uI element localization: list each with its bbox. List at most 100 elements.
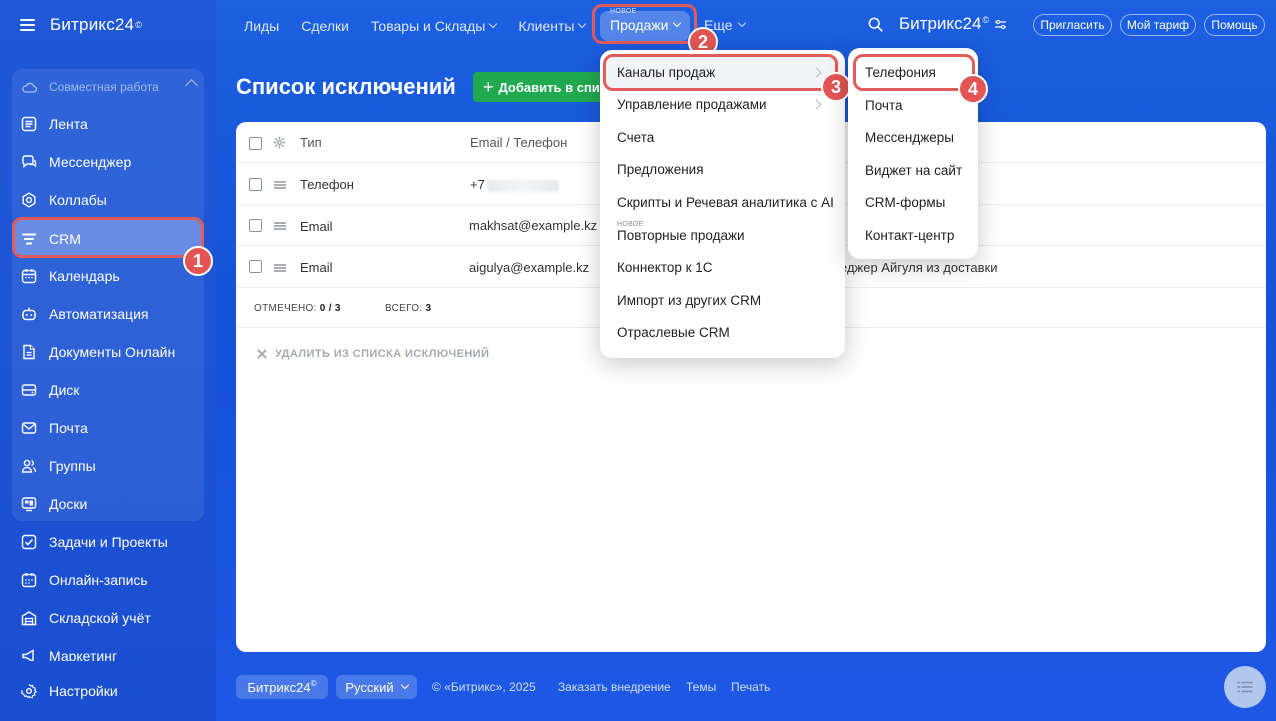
remove-from-list-label: УДАЛИТЬ ИЗ СПИСКА ИСКЛЮЧЕНИЙ — [275, 348, 490, 360]
menu-item-quotes[interactable]: Предложения — [617, 162, 704, 177]
chevron-down-icon — [400, 680, 409, 690]
sidebar-item-feed[interactable]: Лента — [12, 105, 204, 143]
sidebar-item-label: Коллабы — [49, 192, 107, 208]
page-title: Список исключений — [236, 74, 456, 99]
sidebar-item-label: Автоматизация — [49, 306, 149, 322]
sidebar-item-label: Документы Онлайн — [49, 344, 176, 360]
selected-label: ОТМЕЧЕНО: — [254, 303, 317, 314]
sidebar-item-groups[interactable]: Группы — [12, 447, 204, 485]
robot-icon — [22, 307, 36, 321]
footer-order-link[interactable]: Заказать внедрение — [558, 680, 671, 694]
sidebar-item-marketing[interactable]: Маркетинг — [12, 637, 204, 661]
add-to-list-button[interactable]: + Добавить в список — [473, 72, 613, 102]
sidebar-item-warehouse[interactable]: Складской учёт — [12, 599, 204, 637]
brand-logo-right[interactable]: Битрикс24 © — [899, 14, 1007, 34]
highlight-sales-channels — [603, 54, 838, 91]
menu-item-sales-management[interactable]: Управление продажами — [617, 97, 767, 112]
help-button[interactable]: Помощь — [1204, 14, 1265, 36]
invite-button[interactable]: Пригласить — [1033, 14, 1112, 36]
sidebar-item-label: Маркетинг — [49, 648, 118, 661]
topnav-clients[interactable]: Клиенты — [518, 18, 587, 34]
menu-item-invoices[interactable]: Счета — [617, 130, 654, 145]
footer-brand-mark: © — [310, 679, 317, 688]
sidebar-item-booking[interactable]: Онлайн-запись — [12, 561, 204, 599]
footer-print-link[interactable]: Печать — [731, 680, 770, 694]
feed-icon — [21, 116, 37, 132]
board-icon — [21, 497, 37, 512]
brand[interactable]: Битрикс24 © — [20, 14, 142, 36]
sidebar: Битрикс24 © Совместная работа Лента Мессе… — [0, 0, 216, 721]
collab-icon — [22, 192, 36, 208]
row-checkbox[interactable] — [249, 260, 262, 273]
brand-right-name: Битрикс24 — [899, 14, 982, 33]
chat-fab-button[interactable] — [1224, 666, 1266, 708]
brand-name: Битрикс24 — [50, 15, 135, 34]
selected-count: ОТМЕЧЕНО: 0 / 3 — [254, 303, 341, 314]
settings-icon — [21, 683, 37, 699]
menu-item-contact-center[interactable]: Контакт-центр — [865, 228, 954, 243]
footer-brand[interactable]: Битрикс24 © — [236, 675, 328, 699]
search-icon[interactable] — [868, 17, 883, 32]
language-select[interactable]: Русский — [336, 675, 417, 699]
sidebar-item-label: Онлайн-запись — [49, 572, 148, 588]
sidebar-item-settings[interactable]: Настройки — [12, 672, 204, 710]
menu-item-mail[interactable]: Почта — [865, 98, 903, 113]
sidebar-item-label: Календарь — [49, 268, 120, 284]
sidebar-item-collabs[interactable]: Коллабы — [12, 181, 204, 219]
menu-icon[interactable] — [20, 19, 35, 31]
highlight-sales — [592, 4, 697, 44]
sidebar-item-calendar[interactable]: Календарь — [12, 257, 204, 295]
chevron-down-icon — [578, 19, 587, 29]
callout-4: 4 — [958, 74, 988, 104]
warehouse-icon — [21, 611, 37, 626]
topnav-deals[interactable]: Сделки — [301, 18, 349, 34]
drag-handle-icon[interactable] — [274, 222, 286, 230]
column-contact-header[interactable]: Email / Телефон — [470, 135, 567, 150]
sidebar-item-documents[interactable]: Документы Онлайн — [12, 333, 204, 371]
sidebar-item-label: Лента — [49, 116, 88, 132]
booking-icon — [21, 573, 37, 588]
topnav-leads[interactable]: Лиды — [244, 18, 279, 34]
sidebar-item-label: Почта — [49, 420, 88, 436]
menu-item-industry-crm[interactable]: Отраслевые CRM — [617, 325, 730, 340]
gear-icon[interactable] — [273, 136, 286, 149]
menu-item-import-crm[interactable]: Импорт из других CRM — [617, 293, 761, 308]
drag-handle-icon[interactable] — [274, 181, 286, 189]
sidebar-item-boards[interactable]: Доски — [12, 485, 204, 523]
sidebar-item-label: Настройки — [49, 683, 118, 699]
total-count: ВСЕГО: 3 — [385, 303, 431, 314]
menu-item-repeat-sales[interactable]: Повторные продажи — [617, 228, 745, 243]
sidebar-item-disk[interactable]: Диск — [12, 371, 204, 409]
selected-value: 0 / 3 — [319, 303, 341, 314]
total-label: ВСЕГО: — [385, 303, 423, 314]
chevron-up-icon[interactable] — [185, 79, 198, 92]
menu-item-scripts-ai[interactable]: Скрипты и Речевая аналитика с AI — [617, 195, 834, 210]
sidebar-group-header[interactable]: Совместная работа — [22, 79, 198, 95]
row-contact: +7 — [470, 177, 559, 192]
sidebar-item-label: Задачи и Проекты — [49, 534, 168, 550]
sidebar-item-tasks[interactable]: Задачи и Проекты — [12, 523, 204, 561]
sidebar-item-messenger[interactable]: Мессенджер — [12, 143, 204, 181]
sidebar-item-label: Диск — [49, 382, 80, 398]
sidebar-item-label: Доски — [49, 496, 88, 512]
calendar-icon — [21, 269, 37, 284]
list-icon — [1237, 681, 1253, 693]
menu-item-messengers[interactable]: Мессенджеры — [865, 130, 954, 145]
select-all-checkbox[interactable] — [249, 137, 262, 150]
sliders-icon[interactable] — [994, 19, 1007, 30]
topnav-products[interactable]: Товары и Склады — [371, 18, 498, 34]
sidebar-item-mail[interactable]: Почта — [12, 409, 204, 447]
brand-right-mark: © — [982, 15, 990, 25]
column-type-header[interactable]: Тип — [300, 135, 322, 150]
menu-item-site-widget[interactable]: Виджет на сайт — [865, 163, 962, 178]
drag-handle-icon[interactable] — [274, 264, 286, 272]
remove-from-list-action[interactable]: УДАЛИТЬ ИЗ СПИСКА ИСКЛЮЧЕНИЙ — [257, 348, 489, 360]
row-checkbox[interactable] — [249, 178, 262, 191]
menu-item-crm-forms[interactable]: CRM-формы — [865, 195, 945, 210]
menu-item-1c-connector[interactable]: Коннектор к 1С — [617, 260, 713, 275]
sidebar-item-automation[interactable]: Автоматизация — [12, 295, 204, 333]
footer-themes-link[interactable]: Темы — [686, 680, 716, 694]
disk-icon — [21, 384, 37, 396]
row-checkbox[interactable] — [249, 219, 262, 232]
my-plan-button[interactable]: Мой тариф — [1120, 14, 1196, 36]
